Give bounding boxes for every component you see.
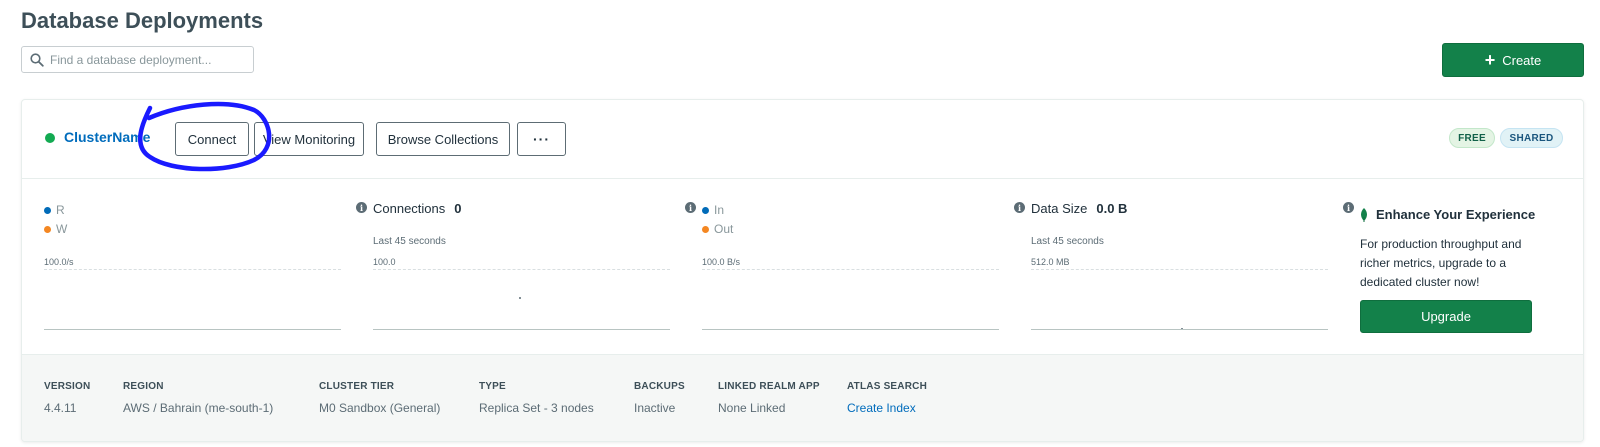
info-icon[interactable]: i [356,202,367,213]
version-label: VERSION [44,381,91,392]
status-indicator [45,133,55,143]
legend-read: R [56,203,65,217]
upgrade-button[interactable]: Upgrade [1360,300,1532,333]
cluster-header: ClusterName Connect View Monitoring Brow… [22,100,1583,179]
type-label: TYPE [479,381,506,392]
cluster-name-link[interactable]: ClusterName [64,129,150,145]
region-column: REGION AWS / Bahrain (me-south-1) [123,381,273,415]
realm-column: LINKED REALM APP None Linked [718,381,820,415]
chart-baseline [373,329,670,330]
connections-metric: Connections 0 Last 45 seconds 100.0 i [373,179,696,354]
data-size-label: Data Size [1031,201,1088,216]
connections-value: 0 [454,201,462,216]
cluster-tier-label: CLUSTER TIER [319,381,395,392]
info-icon[interactable]: i [1343,202,1354,213]
version-column: VERSION 4.4.11 [44,381,90,415]
write-legend-dot [44,225,51,233]
type-column: TYPE Replica Set - 3 nodes [479,381,594,415]
region-label: REGION [123,381,164,392]
cluster-card: ClusterName Connect View Monitoring Brow… [21,99,1584,442]
upsell-panel: Enhance Your Experience For production t… [1360,179,1560,354]
search-box[interactable] [21,46,254,73]
legend-write: W [56,222,68,236]
upsell-text: For production throughput and richer met… [1360,237,1522,289]
type-value: Replica Set - 3 nodes [479,401,594,415]
chart-gridline [373,269,670,270]
chart-baseline [702,329,999,330]
shared-badge: SHARED [1500,128,1563,148]
view-monitoring-button[interactable]: View Monitoring [254,122,364,156]
ops-metric: R W 100.0/s i [44,179,367,354]
upsell-title: Enhance Your Experience [1376,207,1536,222]
search-icon [30,52,44,67]
create-index-link[interactable]: Create Index [847,401,927,415]
metrics-row: R W 100.0/s i Connections 0 Last 45 secon… [22,179,1583,354]
linked-realm-label: LINKED REALM APP [718,381,820,392]
region-value: AWS / Bahrain (me-south-1) [123,401,274,415]
atlas-search-column: ATLAS SEARCH Create Index [847,381,927,415]
backups-value: Inactive [634,401,676,415]
out-legend-dot [702,225,709,233]
network-scale: 100.0 B/s [702,257,741,267]
chart-baseline [44,329,341,330]
chart-gridline [702,269,999,270]
create-button[interactable]: + Create [1442,43,1584,77]
tier-column: CLUSTER TIER M0 Sandbox (General) [319,381,440,415]
search-input[interactable] [50,52,240,67]
network-metric: In Out 100.0 B/s i [702,179,1025,354]
more-options-button[interactable]: ··· [517,122,566,156]
ops-scale: 100.0/s [44,257,74,267]
chart-gridline [44,269,341,270]
connect-button[interactable]: Connect [175,122,249,156]
linked-realm-value: None Linked [718,401,786,415]
legend-out: Out [714,222,734,236]
info-icon[interactable]: i [1014,202,1025,213]
in-legend-dot [702,206,709,214]
chart-gridline [1031,269,1328,270]
version-value: 4.4.11 [44,401,77,415]
cluster-tier-value: M0 Sandbox (General) [319,401,441,415]
legend-in: In [714,203,725,217]
read-legend-dot [44,206,51,214]
backups-column: BACKUPS Inactive [634,381,685,415]
cluster-details-footer: VERSION 4.4.11 REGION AWS / Bahrain (me-… [22,354,1583,441]
data-size-scale: 512.0 MB [1031,257,1070,267]
chart-point [519,297,521,299]
connections-scale: 100.0 [373,257,396,267]
free-badge: FREE [1449,128,1495,148]
data-size-metric: Data Size 0.0 B Last 45 seconds 512.0 MB … [1031,179,1354,354]
connections-window: Last 45 seconds [373,236,446,247]
info-icon[interactable]: i [685,202,696,213]
data-size-window: Last 45 seconds [1031,236,1104,247]
create-button-label: Create [1502,52,1542,68]
data-size-value: 0.0 B [1096,201,1128,216]
plus-icon: + [1484,50,1496,70]
connections-label: Connections [373,201,446,216]
page-title: Database Deployments [21,8,264,33]
backups-label: BACKUPS [634,381,685,392]
atlas-search-label: ATLAS SEARCH [847,381,927,392]
browse-collections-button[interactable]: Browse Collections [376,122,510,156]
leaf-icon [1361,207,1367,222]
chart-baseline [1031,329,1328,330]
